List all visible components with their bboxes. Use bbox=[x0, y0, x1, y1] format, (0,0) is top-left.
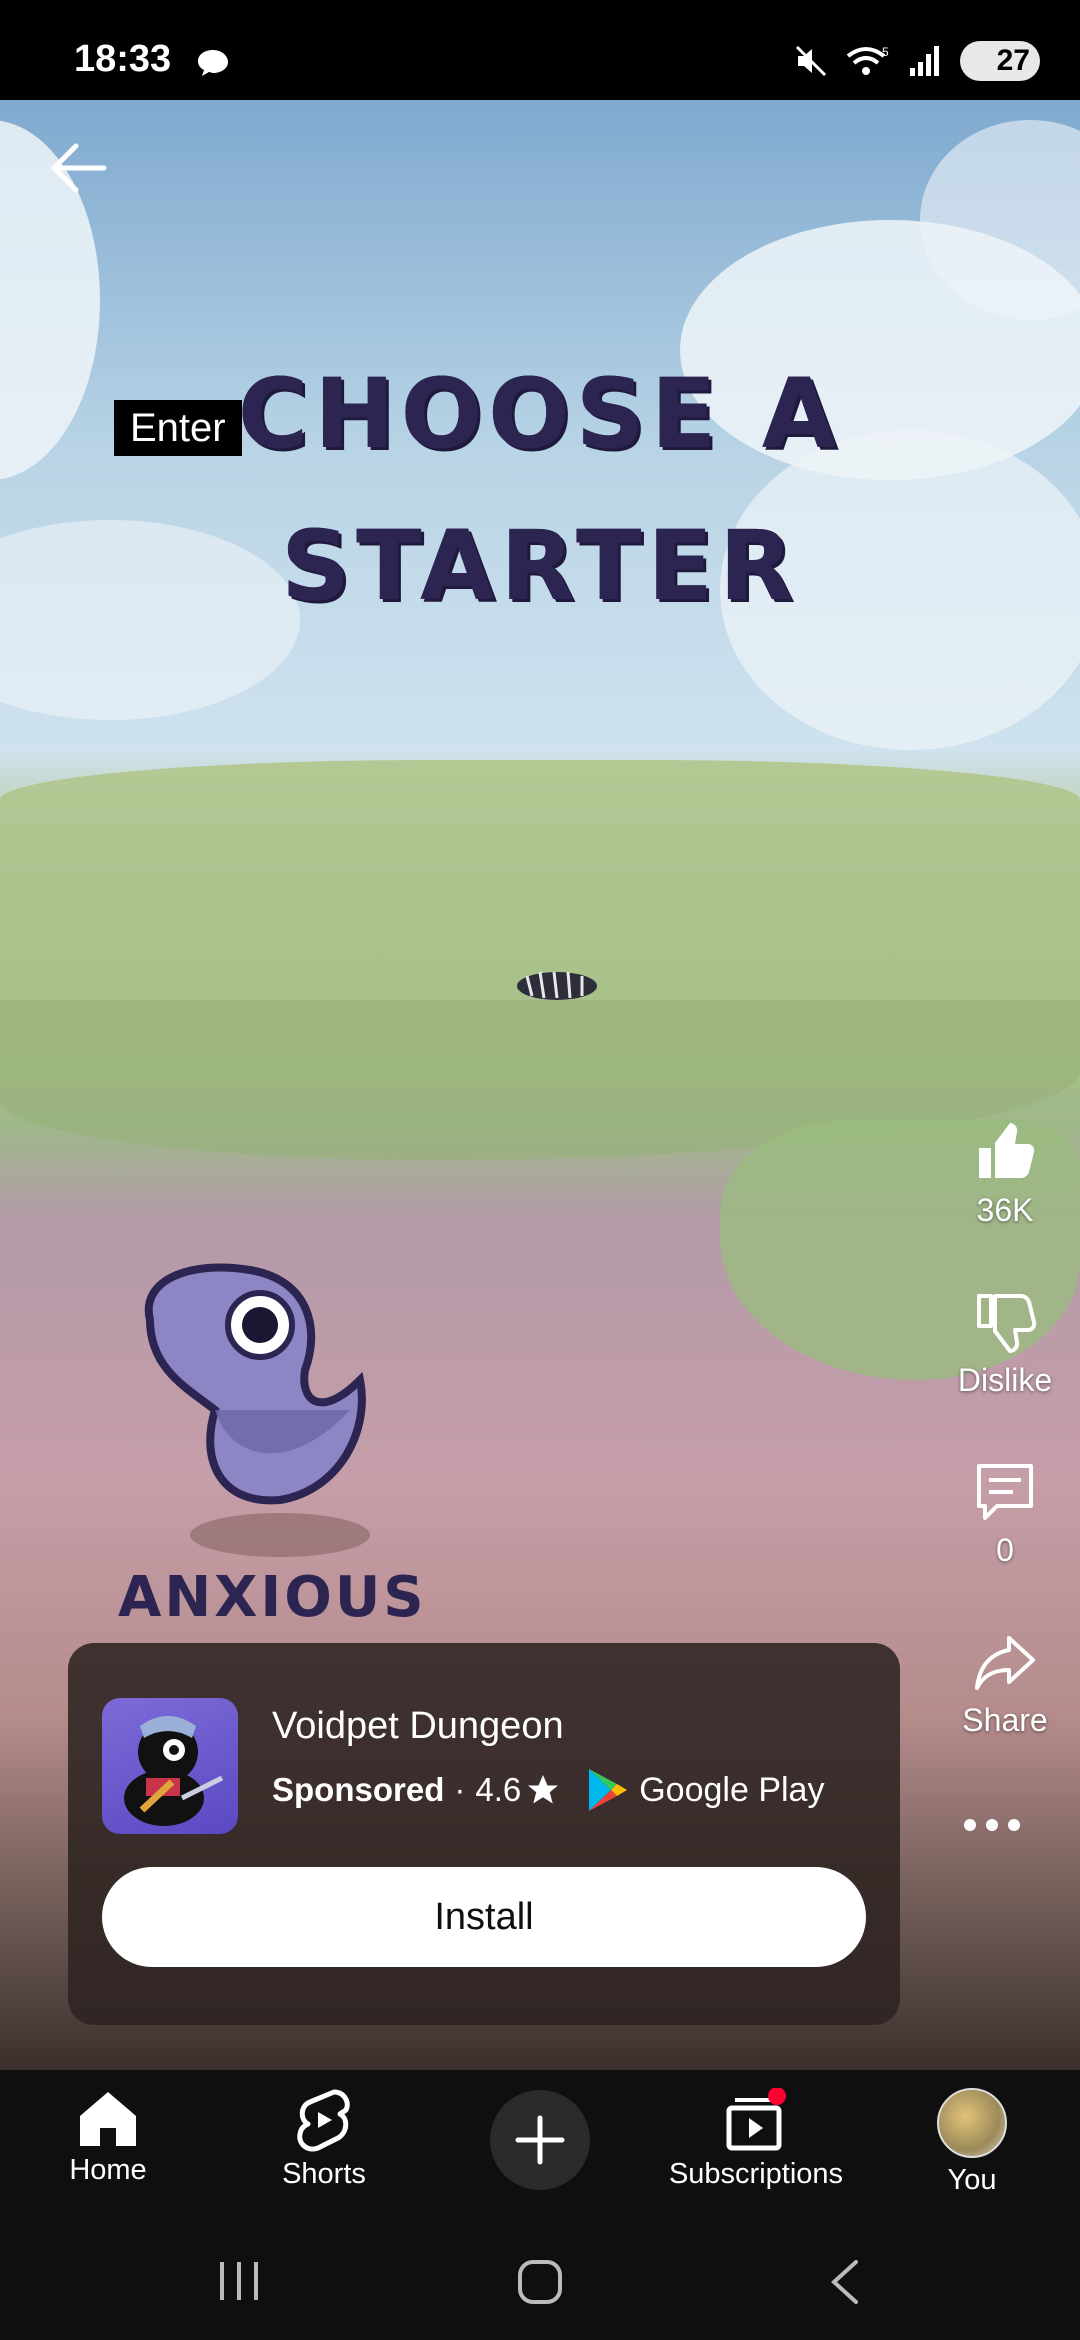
comment-icon[interactable] bbox=[973, 1460, 1037, 1524]
home-button-icon[interactable] bbox=[516, 2258, 564, 2306]
thumbs-up-icon[interactable] bbox=[973, 1120, 1037, 1184]
subscriptions-icon bbox=[726, 2088, 786, 2151]
chat-bubble-icon bbox=[198, 50, 228, 76]
create-button[interactable] bbox=[490, 2090, 590, 2190]
ad-app-title[interactable]: Voidpet Dungeon bbox=[272, 1705, 564, 1748]
app-icon[interactable] bbox=[102, 1698, 238, 1834]
comment-action[interactable]: 0 bbox=[930, 1460, 1080, 1569]
plus-icon bbox=[515, 2115, 565, 2165]
status-bar: 18:33 5 27 bbox=[0, 0, 1080, 100]
store-name: Google Play bbox=[639, 1770, 825, 1809]
system-back-icon[interactable] bbox=[826, 2258, 862, 2306]
nav-you[interactable]: You bbox=[882, 2088, 1062, 2197]
like-count: 36K bbox=[976, 1192, 1034, 1228]
star-icon bbox=[528, 1775, 559, 1804]
mute-icon bbox=[795, 45, 827, 77]
notification-dot bbox=[768, 2088, 786, 2105]
recent-apps-icon[interactable] bbox=[216, 2260, 262, 2302]
share-action[interactable]: Share bbox=[930, 1630, 1080, 1739]
google-play-icon bbox=[589, 1769, 628, 1811]
wifi-icon: 5 bbox=[846, 45, 889, 75]
shorts-icon bbox=[297, 2089, 350, 2152]
hidden-creature-stripes bbox=[517, 971, 597, 1000]
back-arrow-icon[interactable] bbox=[46, 140, 110, 196]
status-icons: 5 27 bbox=[794, 36, 1040, 86]
rating-value: 4.6 bbox=[475, 1771, 522, 1808]
nav-home-label: Home bbox=[69, 2154, 147, 2186]
dislike-action[interactable]: Dislike bbox=[930, 1290, 1080, 1399]
like-action[interactable]: 36K bbox=[930, 1120, 1080, 1229]
enter-overlay-label: Enter bbox=[114, 400, 242, 456]
voidpet-app-icon bbox=[124, 1716, 224, 1826]
home-icon bbox=[80, 2092, 136, 2146]
nav-subscriptions-label: Subscriptions bbox=[668, 2158, 844, 2190]
sponsored-label: Sponsored bbox=[272, 1771, 445, 1808]
creature-illustration bbox=[144, 1263, 370, 1557]
video-title-line-2: STARTER bbox=[280, 510, 800, 622]
share-icon[interactable] bbox=[973, 1630, 1037, 1694]
nav-you-label: You bbox=[947, 2164, 997, 2196]
dislike-label: Dislike bbox=[957, 1362, 1053, 1398]
sponsored-ad-card[interactable]: Voidpet Dungeon Sponsored · 4.6 Google P… bbox=[68, 1643, 900, 2025]
battery-level: 27 bbox=[996, 44, 1030, 77]
nav-subscriptions[interactable]: Subscriptions bbox=[666, 2088, 846, 2191]
status-time: 18:33 bbox=[74, 38, 172, 80]
ad-meta-row: Sponsored · 4.6 Google Play bbox=[272, 1767, 824, 1813]
thumbs-down-icon[interactable] bbox=[973, 1290, 1037, 1354]
nav-home[interactable]: Home bbox=[18, 2088, 198, 2187]
install-button[interactable]: Install bbox=[102, 1867, 866, 1967]
nav-shorts[interactable]: Shorts bbox=[234, 2088, 414, 2191]
nav-shorts-label: Shorts bbox=[282, 2158, 366, 2190]
battery-indicator: 27 bbox=[960, 41, 1040, 81]
meta-separator: · bbox=[454, 1771, 466, 1808]
share-label: Share bbox=[962, 1702, 1048, 1738]
system-navigation-bar bbox=[0, 2220, 1080, 2340]
creature-name-label: ANXIOUS bbox=[118, 1565, 427, 1630]
comment-count: 0 bbox=[996, 1532, 1014, 1568]
signal-icon bbox=[910, 46, 939, 76]
svg-text:5: 5 bbox=[882, 45, 889, 59]
more-options-icon[interactable] bbox=[962, 1815, 1022, 1835]
avatar bbox=[937, 2088, 1007, 2158]
